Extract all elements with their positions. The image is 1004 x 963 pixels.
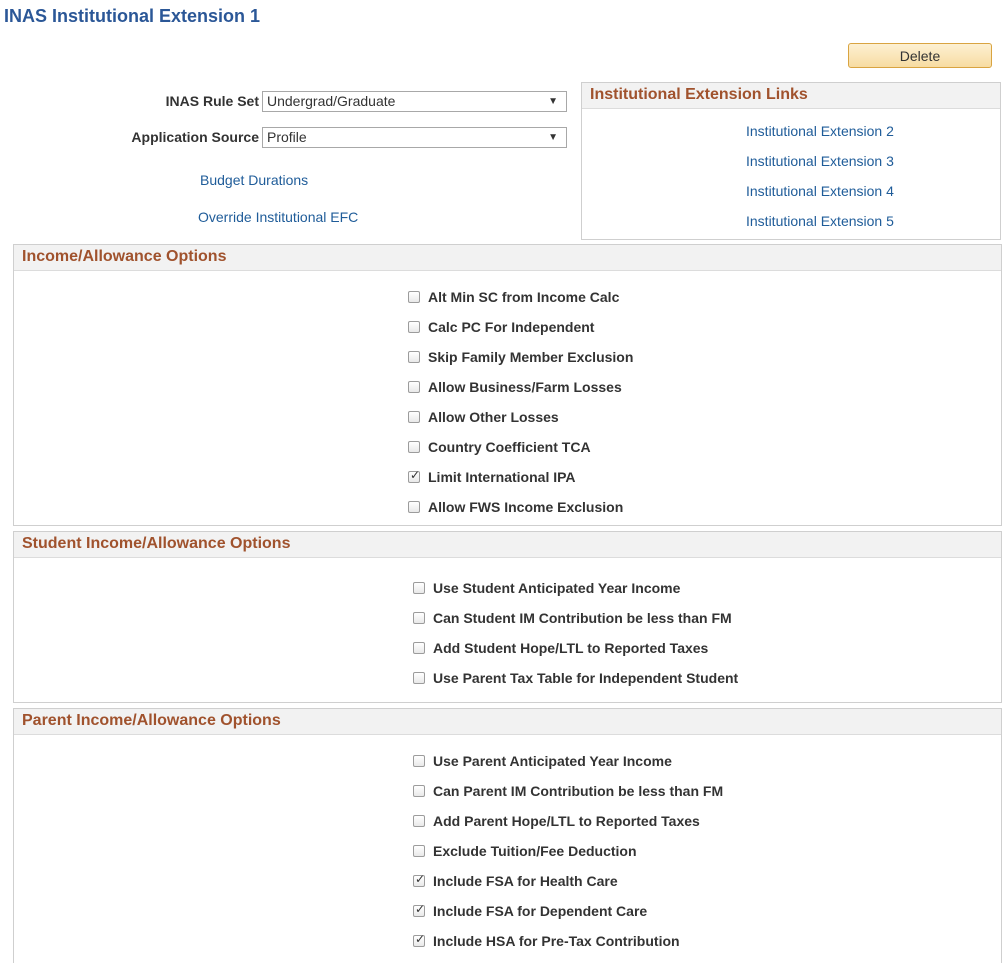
student-anticipated-income-checkbox[interactable] (413, 582, 425, 594)
parent-income-panel: Parent Income/Allowance Options Use Pare… (13, 708, 1002, 963)
list-item: Allow Other Losses (408, 407, 633, 427)
rule-set-select[interactable]: Undergrad/Graduate ▼ (262, 91, 567, 112)
list-item: Add Student Hope/LTL to Reported Taxes (413, 638, 738, 658)
checkbox-label: Can Parent IM Contribution be less than … (433, 783, 724, 799)
hsa-pre-tax-checkbox[interactable] (413, 932, 425, 947)
list-item: Country Coefficient TCA (408, 437, 633, 457)
institutional-extension-4-link[interactable]: Institutional Extension 4 (746, 183, 894, 199)
checkbox-label: Use Student Anticipated Year Income (433, 580, 681, 596)
checkbox-label: Add Parent Hope/LTL to Reported Taxes (433, 813, 700, 829)
parent-hope-ltl-checkbox[interactable] (413, 815, 425, 827)
list-item: Use Parent Tax Table for Independent Stu… (413, 668, 738, 688)
calc-pc-independent-checkbox[interactable] (408, 321, 420, 333)
list-item: Exclude Tuition/Fee Deduction (413, 841, 723, 861)
student-options-list: Use Student Anticipated Year Income Can … (413, 578, 738, 688)
rule-set-value: Undergrad/Graduate (267, 93, 396, 109)
extension-links-panel: Institutional Extension Links Institutio… (581, 82, 1001, 240)
chevron-down-icon: ▼ (548, 96, 558, 107)
list-item: Skip Family Member Exclusion (408, 347, 633, 367)
list-item: Include FSA for Dependent Care (413, 901, 723, 921)
checkbox-label: Country Coefficient TCA (428, 439, 591, 455)
parent-im-contribution-checkbox[interactable] (413, 785, 425, 797)
checkbox-label: Calc PC For Independent (428, 319, 595, 335)
student-income-header: Student Income/Allowance Options (14, 532, 1001, 558)
fsa-dependent-care-checkbox[interactable] (413, 902, 425, 917)
fsa-health-care-checkbox[interactable] (413, 872, 425, 887)
student-im-contribution-checkbox[interactable] (413, 612, 425, 624)
allow-fws-income-checkbox[interactable] (408, 501, 420, 513)
checkbox-label: Use Parent Anticipated Year Income (433, 753, 672, 769)
override-institutional-efc-link[interactable]: Override Institutional EFC (198, 209, 358, 225)
checkbox-label: Allow Business/Farm Losses (428, 379, 622, 395)
checkbox-label: Allow Other Losses (428, 409, 559, 425)
checkbox-label: Add Student Hope/LTL to Reported Taxes (433, 640, 709, 656)
list-item: Calc PC For Independent (408, 317, 633, 337)
country-coefficient-checkbox[interactable] (408, 441, 420, 453)
checkbox-label: Alt Min SC from Income Calc (428, 289, 620, 305)
page-title: INAS Institutional Extension 1 (4, 6, 261, 26)
institutional-extension-5-link[interactable]: Institutional Extension 5 (746, 213, 894, 229)
checkbox-label: Can Student IM Contribution be less than… (433, 610, 732, 626)
alt-min-sc-checkbox[interactable] (408, 291, 420, 303)
checkbox-label: Use Parent Tax Table for Independent Stu… (433, 670, 739, 686)
income-allowance-header: Income/Allowance Options (14, 245, 1001, 271)
list-item: Can Student IM Contribution be less than… (413, 608, 738, 628)
delete-button[interactable]: Delete (848, 43, 992, 68)
institutional-extension-3-link[interactable]: Institutional Extension 3 (746, 153, 894, 169)
institutional-extension-2-link[interactable]: Institutional Extension 2 (746, 123, 894, 139)
application-source-label: Application Source (131, 129, 259, 145)
parent-income-header: Parent Income/Allowance Options (14, 709, 1001, 735)
allow-other-losses-checkbox[interactable] (408, 411, 420, 423)
limit-international-ipa-checkbox[interactable] (408, 468, 420, 483)
exclude-tuition-fee-checkbox[interactable] (413, 845, 425, 857)
list-item: Include FSA for Health Care (413, 871, 723, 891)
list-item: Alt Min SC from Income Calc (408, 287, 633, 307)
income-options-list: Alt Min SC from Income Calc Calc PC For … (408, 287, 633, 517)
checkbox-label: Include FSA for Health Care (433, 873, 618, 889)
list-item: Use Parent Anticipated Year Income (413, 751, 723, 771)
parent-anticipated-income-checkbox[interactable] (413, 755, 425, 767)
list-item: Allow FWS Income Exclusion (408, 497, 633, 517)
checkbox-label: Allow FWS Income Exclusion (428, 499, 624, 515)
checkbox-label: Skip Family Member Exclusion (428, 349, 634, 365)
skip-family-member-checkbox[interactable] (408, 351, 420, 363)
list-item: Allow Business/Farm Losses (408, 377, 633, 397)
budget-durations-link[interactable]: Budget Durations (200, 172, 308, 188)
rule-set-label: INAS Rule Set (165, 93, 259, 109)
list-item: Can Parent IM Contribution be less than … (413, 781, 723, 801)
application-source-value: Profile (267, 129, 307, 145)
parent-options-list: Use Parent Anticipated Year Income Can P… (413, 751, 723, 951)
checkbox-label: Limit International IPA (428, 469, 576, 485)
parent-tax-table-checkbox[interactable] (413, 672, 425, 684)
checkbox-label: Exclude Tuition/Fee Deduction (433, 843, 637, 859)
list-item: Add Parent Hope/LTL to Reported Taxes (413, 811, 723, 831)
checkbox-label: Include HSA for Pre-Tax Contribution (433, 933, 680, 949)
application-source-select[interactable]: Profile ▼ (262, 127, 567, 148)
list-item: Limit International IPA (408, 467, 633, 487)
list-item: Include HSA for Pre-Tax Contribution (413, 931, 723, 951)
list-item: Use Student Anticipated Year Income (413, 578, 738, 598)
checkbox-label: Include FSA for Dependent Care (433, 903, 648, 919)
income-allowance-panel: Income/Allowance Options Alt Min SC from… (13, 244, 1002, 526)
student-hope-ltl-checkbox[interactable] (413, 642, 425, 654)
allow-business-farm-checkbox[interactable] (408, 381, 420, 393)
extension-links-header: Institutional Extension Links (582, 83, 1000, 109)
student-income-panel: Student Income/Allowance Options Use Stu… (13, 531, 1002, 703)
chevron-down-icon: ▼ (548, 132, 558, 143)
